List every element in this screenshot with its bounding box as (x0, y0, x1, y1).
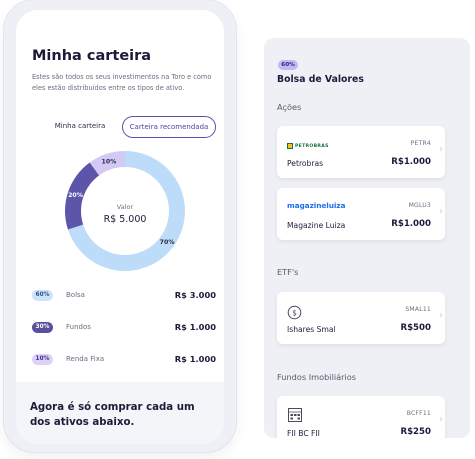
allocation-value: R$ 1.000 (174, 322, 216, 332)
page-title: Minha carteira (32, 48, 152, 64)
allocation-row-renda-fixa: 10% Renda Fixa R$ 1.000 (32, 352, 216, 368)
chevron-right-icon: › (439, 414, 443, 425)
recommendations-panel: 60% Bolsa de Valores Ações PETROBRAS PET… (264, 38, 470, 438)
asset-name: Magazine Luiza (287, 221, 346, 230)
donut-segment-label: 10% (102, 159, 117, 166)
portfolio-toggle: Minha carteira Carteira recomendada (38, 116, 216, 138)
section-label-etfs: ETF's (277, 267, 299, 277)
donut-center-label: Valor (117, 203, 134, 211)
allocation-row-fundos: 30% Fundos R$ 1.000 (32, 320, 216, 336)
asset-ticker: MGLU3 (408, 202, 431, 209)
section-label-fundos-imobiliarios: Fundos Imobiliários (277, 372, 357, 382)
tab-minha-carteira[interactable]: Minha carteira (38, 116, 122, 138)
footer-call-to-action: Agora é só comprar cada um dos ativos ab… (30, 402, 195, 428)
asset-ticker: PETR4 (410, 140, 431, 147)
asset-card-ishares-smal[interactable]: $ SMAL11 Ishares Smal R$500 › (277, 292, 445, 344)
asset-price: R$250 (400, 427, 431, 437)
asset-price: R$500 (400, 323, 431, 333)
screen-footer: Agora é só comprar cada um dos ativos ab… (16, 382, 224, 444)
building-icon (288, 408, 302, 422)
donut-segment-label: 20% (68, 192, 83, 199)
asset-price: R$1.000 (391, 157, 431, 167)
page-description: Estes são todos os seus investimentos na… (32, 73, 212, 92)
allocation-value: R$ 1.000 (174, 354, 216, 364)
asset-price: R$1.000 (391, 219, 431, 229)
asset-ticker: SMAL11 (405, 306, 431, 313)
chevron-right-icon: › (439, 144, 443, 155)
dollar-circle-icon: $ (287, 305, 302, 320)
allocation-row-bolsa: 60% Bolsa R$ 3.000 (32, 288, 216, 304)
magazine-luiza-logo-icon: magazineluiza (287, 201, 346, 210)
allocation-name: Fundos (66, 323, 91, 331)
petrobras-logo-icon: PETROBRAS (287, 143, 329, 150)
phone-screen: Minha carteira Estes são todos os seus i… (16, 10, 224, 444)
allocation-badge: 60% (32, 290, 53, 301)
asset-card-magazine-luiza[interactable]: magazineluiza MGLU3 Magazine Luiza R$1.0… (277, 188, 445, 240)
phone-mockup: Minha carteira Estes são todos os seus i… (4, 0, 236, 452)
donut-center-value: R$ 5.000 (104, 214, 147, 225)
chevron-right-icon: › (439, 206, 443, 217)
petrobras-logo-text: PETROBRAS (295, 144, 329, 149)
asset-card-fii-bc-fii[interactable]: BCFF11 FII BC FII R$250 › (277, 396, 445, 438)
asset-card-petrobras[interactable]: PETROBRAS PETR4 Petrobras R$1.000 › (277, 126, 445, 178)
allocation-badge: 10% (32, 354, 53, 365)
asset-name: FII BC FII (287, 429, 320, 438)
asset-name: Petrobras (287, 159, 324, 168)
tab-carteira-recomendada[interactable]: Carteira recomendada (122, 116, 216, 138)
section-label-acoes: Ações (277, 102, 302, 112)
donut-segment-label: 70% (160, 239, 175, 246)
allocation-donut-chart: Valor R$ 5.000 70% 20% 10% (65, 151, 185, 271)
chevron-right-icon: › (439, 310, 443, 321)
svg-text:$: $ (292, 308, 297, 317)
asset-name: Ishares Smal (287, 325, 336, 334)
allocation-name: Renda Fixa (66, 355, 105, 363)
panel-title: Bolsa de Valores (277, 74, 364, 85)
status-badge: 60% (278, 60, 298, 70)
asset-ticker: BCFF11 (406, 410, 431, 417)
allocation-name: Bolsa (66, 291, 85, 299)
allocation-value: R$ 3.000 (174, 290, 216, 300)
allocation-badge: 30% (32, 322, 53, 333)
